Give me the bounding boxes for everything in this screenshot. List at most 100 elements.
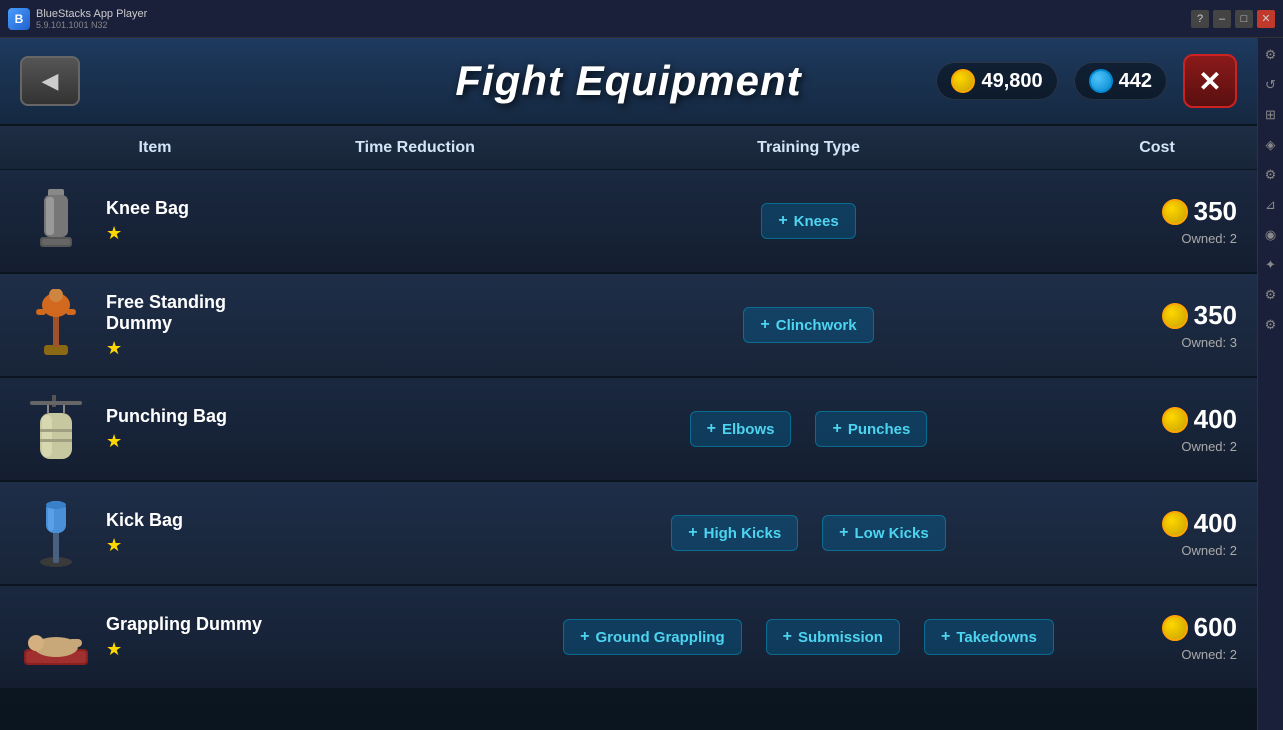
knee-bag-name: Knee Bag [106,198,189,219]
training-tag-submission: + Submission [766,619,900,655]
table-row[interactable]: Knee Bag ★ + Knees 350 Owned: 2 [0,170,1257,274]
knee-bag-image [20,185,92,257]
owned-text-3: Owned: 2 [1181,439,1237,454]
grappling-name: Grappling Dummy [106,614,262,635]
punching-bag-name: Punching Bag [106,406,227,427]
table-row[interactable]: Kick Bag ★ + High Kicks + Low Kicks 400 [0,482,1257,586]
training-col-3: + Elbows + Punches [540,411,1077,447]
sidebar-icon-7[interactable]: ◉ [1262,226,1280,244]
grappling-info: Grappling Dummy ★ [106,614,262,660]
coins-amount: 49,800 [981,70,1042,93]
cost-amount-5: 600 [1162,612,1237,643]
training-tag-ground-grappling: + Ground Grappling [563,619,742,655]
item-col-kick-bag: Kick Bag ★ [20,497,290,569]
gem-icon [1089,69,1113,93]
sidebar-icon-2[interactable]: ↺ [1262,76,1280,94]
punching-bag-image [20,393,92,465]
cost-amount-1: 350 [1162,196,1237,227]
sidebar-icon-9[interactable]: ⚙ [1262,286,1280,304]
coin-icon [951,69,975,93]
cost-col-1: 350 Owned: 2 [1077,196,1237,246]
sidebar-icon-10[interactable]: ⚙ [1262,316,1280,334]
sidebar-icon-1[interactable]: ⚙ [1262,46,1280,64]
col-header-item: Item [20,139,290,157]
cost-amount-4: 400 [1162,508,1237,539]
close-button[interactable]: ✕ [1183,54,1237,108]
owned-text-5: Owned: 2 [1181,647,1237,662]
window-controls: ? – □ ✕ [1191,10,1275,28]
app-logo: B BlueStacks App Player 5.9.101.1001 N32 [8,8,147,30]
col-header-time: Time Reduction [290,139,540,157]
knee-bag-svg [20,185,92,257]
owned-text-2: Owned: 3 [1181,335,1237,350]
right-sidebar: ⚙ ↺ ⊞ ◈ ⚙ ⊿ ◉ ✦ ⚙ ⚙ [1257,38,1283,730]
grappling-svg [20,601,92,673]
gems-badge: 442 [1074,62,1167,100]
dummy-name: Free Standing Dummy [106,292,290,334]
dummy-star: ★ [106,338,290,359]
cost-coin-icon-1 [1162,199,1188,225]
table-body: Knee Bag ★ + Knees 350 Owned: 2 [0,170,1257,690]
grappling-star: ★ [106,639,262,660]
back-button[interactable]: ◀ [20,56,80,106]
kick-bag-star: ★ [106,535,183,556]
cost-coin-icon-4 [1162,511,1188,537]
table-row[interactable]: Grappling Dummy ★ + Ground Grappling + S… [0,586,1257,690]
table-row[interactable]: Punching Bag ★ + Elbows + Punches 400 [0,378,1257,482]
training-col-4: + High Kicks + Low Kicks [540,515,1077,551]
knee-bag-info: Knee Bag ★ [106,198,189,244]
minimize-button[interactable]: – [1213,10,1231,28]
punching-bag-info: Punching Bag ★ [106,406,227,452]
window-close-button[interactable]: ✕ [1257,10,1275,28]
title-bar: B BlueStacks App Player 5.9.101.1001 N32… [0,0,1283,38]
kick-bag-name: Kick Bag [106,510,183,531]
training-tag-knees: + Knees [761,203,855,239]
bluestacks-icon: B [8,8,30,30]
close-icon: ✕ [1198,65,1221,98]
back-arrow-icon: ◀ [42,68,59,94]
sidebar-icon-4[interactable]: ◈ [1262,136,1280,154]
cost-col-5: 600 Owned: 2 [1077,612,1237,662]
sidebar-icon-3[interactable]: ⊞ [1262,106,1280,124]
cost-col-2: 350 Owned: 3 [1077,300,1237,350]
owned-text-1: Owned: 2 [1181,231,1237,246]
training-tag-punches: + Punches [815,411,927,447]
dummy-info: Free Standing Dummy ★ [106,292,290,359]
table-header: Item Time Reduction Training Type Cost [0,126,1257,170]
sidebar-icon-5[interactable]: ⚙ [1262,166,1280,184]
knee-bag-star: ★ [106,223,189,244]
training-col-2: + Clinchwork [540,307,1077,343]
help-button[interactable]: ? [1191,10,1209,28]
table-row[interactable]: Free Standing Dummy ★ + Clinchwork 350 O… [0,274,1257,378]
app-name: BlueStacks App Player [36,8,147,20]
kick-bag-info: Kick Bag ★ [106,510,183,556]
col-header-training: Training Type [540,139,1077,157]
game-area: ◀ Fight Equipment 49,800 442 ✕ Item Time… [0,38,1257,730]
sidebar-icon-6[interactable]: ⊿ [1262,196,1280,214]
punching-bag-star: ★ [106,431,227,452]
item-col-grappling: Grappling Dummy ★ [20,601,290,673]
cost-amount-3: 400 [1162,404,1237,435]
training-tag-low-kicks: + Low Kicks [822,515,946,551]
item-col-punching-bag: Punching Bag ★ [20,393,290,465]
item-col-knee-bag: Knee Bag ★ [20,185,290,257]
kick-bag-image [20,497,92,569]
training-tag-takedowns: + Takedowns [924,619,1054,655]
grappling-image [20,601,92,673]
app-version: 5.9.101.1001 N32 [36,20,147,30]
owned-text-4: Owned: 2 [1181,543,1237,558]
sidebar-icon-8[interactable]: ✦ [1262,256,1280,274]
game-header: ◀ Fight Equipment 49,800 442 ✕ [0,38,1257,126]
training-tag-elbows: + Elbows [690,411,792,447]
training-col-5: + Ground Grappling + Submission + Takedo… [540,619,1077,655]
cost-amount-2: 350 [1162,300,1237,331]
col-header-cost: Cost [1077,139,1237,157]
cost-coin-icon-5 [1162,615,1188,641]
restore-button[interactable]: □ [1235,10,1253,28]
punching-bag-svg [20,393,92,465]
cost-coin-icon-3 [1162,407,1188,433]
dummy-svg [20,289,92,361]
gems-amount: 442 [1119,70,1152,93]
page-title: Fight Equipment [455,57,801,105]
coins-badge: 49,800 [936,62,1057,100]
